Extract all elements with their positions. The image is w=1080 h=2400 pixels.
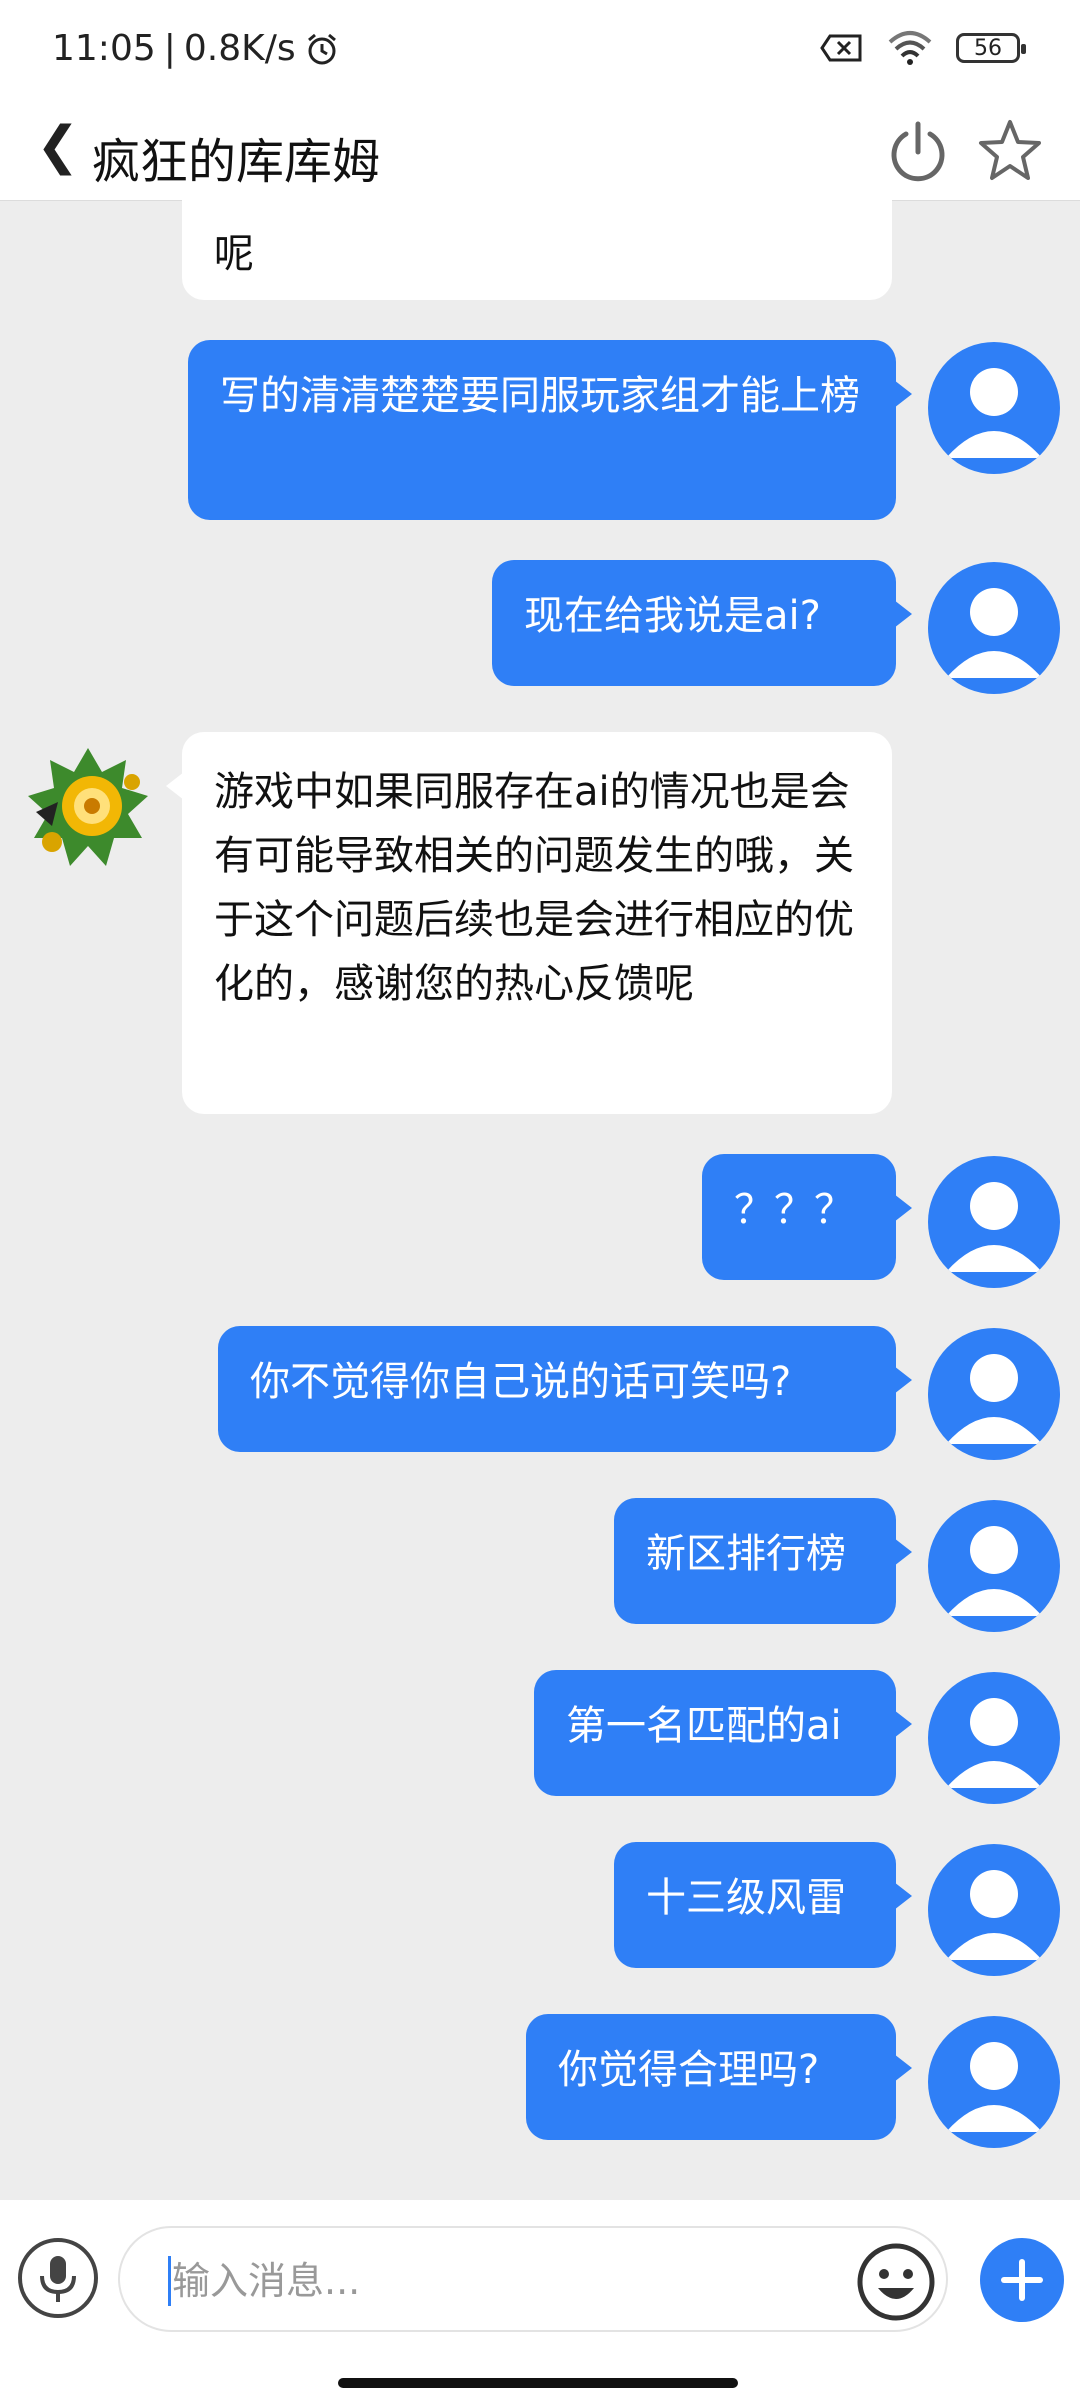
alarm-icon	[307, 33, 336, 64]
message-text: 呢	[214, 231, 254, 277]
message-bubble-outgoing: 你觉得合理吗?	[526, 2014, 912, 2140]
user-avatar[interactable]	[928, 1328, 1060, 1460]
input-bar	[0, 2200, 1080, 2400]
sim-off-icon	[820, 34, 862, 62]
back-icon[interactable]: ❮	[36, 116, 80, 176]
plus-icon	[1001, 2259, 1043, 2301]
sun-emblem-icon	[28, 748, 148, 866]
message-bubble-outgoing: 第一名匹配的ai	[534, 1670, 912, 1796]
user-avatar-icon	[946, 2042, 1042, 2132]
user-avatar-icon	[946, 1182, 1042, 1272]
message-bubble-incoming: 游戏中如果同服存在ai的情况也是会有可能导致相关的问题发生的哦，关于这个问题后续…	[166, 732, 892, 1114]
user-avatar[interactable]	[928, 1844, 1060, 1976]
message-text: 现在给我说是ai?	[524, 593, 821, 639]
user-avatar[interactable]	[928, 1156, 1060, 1288]
status-divider: |	[163, 28, 176, 69]
bot-avatar[interactable]	[22, 742, 154, 874]
user-avatar[interactable]	[928, 1672, 1060, 1804]
page-title: 疯狂的库库姆	[92, 134, 381, 190]
home-indicator[interactable]	[338, 2378, 738, 2388]
status-right: 56	[820, 30, 1026, 66]
message-text: 十三级风雷	[646, 1875, 846, 1921]
message-text: ？？？	[734, 1187, 854, 1233]
user-avatar-icon	[946, 1354, 1042, 1444]
message-bubble-outgoing: 新区排行榜	[614, 1498, 912, 1624]
message-text: 第一名匹配的ai	[566, 1703, 842, 1749]
wifi-icon	[888, 31, 932, 65]
chat-area[interactable]: 呢 写的清清楚楚要同服玩家组才能上榜 现在给我说是ai? 游戏中如果同服存在ai…	[0, 200, 1080, 2200]
voice-button[interactable]	[18, 2238, 98, 2318]
message-bubble-outgoing: 写的清清楚楚要同服玩家组才能上榜	[188, 340, 912, 520]
user-avatar-icon	[946, 1870, 1042, 1960]
status-bar: 11:05 | 0.8K/s 56	[0, 0, 1080, 100]
star-icon[interactable]	[976, 110, 1044, 190]
user-avatar[interactable]	[928, 342, 1060, 474]
message-input[interactable]	[170, 2252, 734, 2310]
status-speed: 0.8K/s	[183, 28, 296, 69]
message-bubble-incoming: 呢	[182, 200, 892, 300]
user-avatar-icon	[946, 588, 1042, 678]
message-bubble-outgoing: 你不觉得你自己说的话可笑吗?	[218, 1326, 912, 1452]
message-bubble-outgoing: ？？？	[702, 1154, 912, 1280]
message-text: 你觉得合理吗?	[558, 2047, 820, 2093]
status-left: 11:05 | 0.8K/s	[52, 28, 340, 69]
user-avatar-icon	[946, 1526, 1042, 1616]
add-button[interactable]	[980, 2238, 1064, 2322]
message-text: 写的清清楚楚要同服玩家组才能上榜	[220, 373, 860, 419]
message-input-field[interactable]	[118, 2226, 948, 2332]
battery-icon: 56	[956, 33, 1026, 63]
battery-level: 56	[974, 35, 1002, 61]
microphone-icon	[40, 2256, 76, 2302]
user-avatar-icon	[946, 1698, 1042, 1788]
power-icon[interactable]	[886, 110, 950, 190]
user-avatar-icon	[946, 368, 1042, 458]
emoji-icon[interactable]	[854, 2240, 938, 2324]
user-avatar[interactable]	[928, 562, 1060, 694]
user-avatar[interactable]	[928, 1500, 1060, 1632]
message-text: 你不觉得你自己说的话可笑吗?	[250, 1359, 792, 1405]
chat-header: ❮ 疯狂的库库姆	[0, 100, 1080, 201]
message-bubble-outgoing: 十三级风雷	[614, 1842, 912, 1968]
user-avatar[interactable]	[928, 2016, 1060, 2148]
status-time: 11:05	[52, 28, 156, 69]
message-text: 新区排行榜	[646, 1531, 846, 1577]
message-text: 游戏中如果同服存在ai的情况也是会有可能导致相关的问题发生的哦，关于这个问题后续…	[214, 769, 854, 1007]
message-bubble-outgoing: 现在给我说是ai?	[492, 560, 912, 686]
